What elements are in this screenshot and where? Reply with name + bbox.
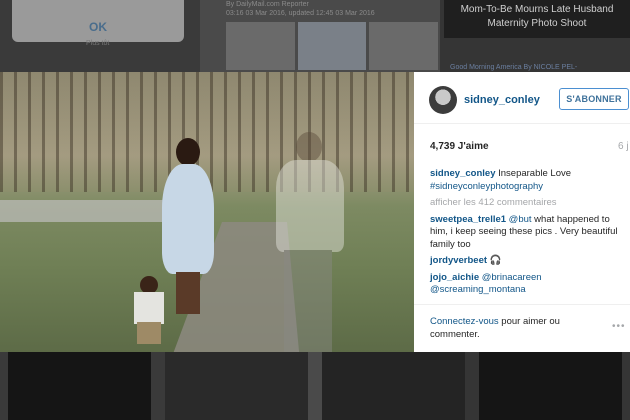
comment-username[interactable]: sweetpea_trelle1 [430,214,506,225]
woman-figure [162,138,214,314]
article-byline: Good Morning America By NICOLE PEL- [450,64,578,71]
comment-item: sweetpea_trelle1 @but what happened to h… [430,214,626,252]
dialog-ok-button: OK [89,20,107,34]
likes-count[interactable]: 4,739 J'aime [430,141,489,152]
comment-username[interactable]: jordyverbeet [430,255,487,266]
follow-button[interactable]: S'ABONNER [559,88,629,110]
news-author: By DailyMail.com Reporter [226,1,309,8]
comment-mention[interactable]: @screaming_montana [430,284,526,295]
comment-item: jojo_aichie @brinacareen @screaming_mont… [430,272,626,297]
post-footer: Connectez-vous pour aimer ou commenter. … [414,304,630,352]
comments-list: sidney_conley Inseparable Love #sidneyco… [430,168,626,301]
child-figure [134,276,164,352]
headline-box: Mom-To-Be Mourns Late Husband Maternity … [444,0,630,38]
username-link[interactable]: sidney_conley [464,94,540,106]
thumbnail [165,352,308,420]
news-thumbnail [369,22,439,70]
dialog-subtext: Plus tôt [86,40,110,47]
hashtag-link[interactable]: #sidneyconleyphotography [430,181,543,192]
thumbnail [479,352,622,420]
avatar[interactable] [429,86,457,114]
news-thumbnail [226,22,295,70]
news-thumbnail [297,22,367,70]
news-date: 03:16 03 Mar 2016, updated 12:45 03 Mar … [226,10,375,17]
login-prompt: Connectez-vous pour aimer ou commenter. [430,315,590,341]
comment-text: 🎧 [487,255,502,266]
bottom-thumbnails [0,352,630,420]
comment-mention[interactable]: @but [506,214,532,225]
post-side-panel: sidney_conley S'ABONNER 4,739 J'aime 6 j… [414,72,630,352]
post-time: 6 j [618,141,629,152]
post-header: sidney_conley S'ABONNER [414,72,630,124]
comment-mention[interactable]: @brinacareen [479,272,542,283]
background-dialog: OK [12,0,184,42]
caption-username[interactable]: sidney_conley [430,168,495,179]
load-more-comments[interactable]: afficher les 412 commentaires [430,197,626,210]
post-photo[interactable] [0,72,414,352]
caption-text: Inseparable Love [495,168,572,179]
thumbnail [8,352,151,420]
comment-item: jordyverbeet 🎧 [430,255,626,268]
news-meta: By DailyMail.com Reporter 03:16 03 Mar 2… [226,0,375,18]
more-options-icon[interactable]: ••• [612,321,626,332]
caption: sidney_conley Inseparable Love #sidneyco… [430,168,626,193]
headline-line: Mom-To-Be Mourns Late Husband [460,4,614,15]
ghost-figure [270,132,350,352]
thumbnail [322,352,465,420]
headline-line: Maternity Photo Shoot [487,18,587,29]
news-thumbnails [226,22,439,70]
login-link[interactable]: Connectez-vous [430,316,499,327]
comment-username[interactable]: jojo_aichie [430,272,479,283]
